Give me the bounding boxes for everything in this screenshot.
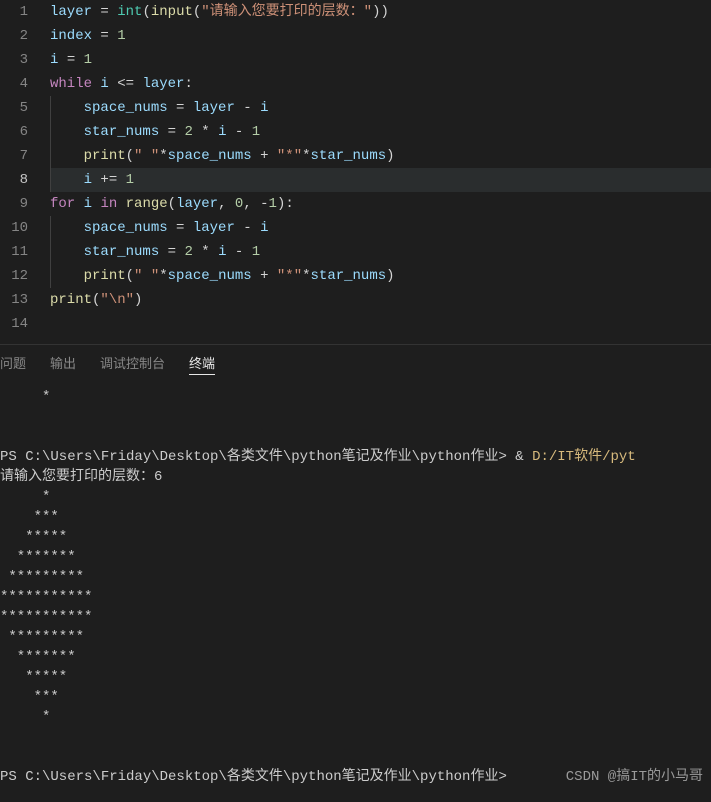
- code-line[interactable]: for i in range(layer, 0, -1):: [50, 192, 711, 216]
- line-number: 13: [0, 288, 28, 312]
- terminal[interactable]: * PS C:\Users\Friday\Desktop\各类文件\python…: [0, 383, 711, 787]
- line-number: 10: [0, 216, 28, 240]
- code-editor[interactable]: 1234567891011121314 layer = int(input("请…: [0, 0, 711, 336]
- code-line[interactable]: [50, 312, 711, 336]
- watermark: CSDN @搞IT的小马哥: [566, 767, 703, 787]
- code-line[interactable]: star_nums = 2 * i - 1: [50, 120, 711, 144]
- code-line[interactable]: i = 1: [50, 48, 711, 72]
- code-line[interactable]: print("\n"): [50, 288, 711, 312]
- code-line[interactable]: while i <= layer:: [50, 72, 711, 96]
- tab-terminal[interactable]: 终端: [189, 353, 215, 375]
- line-number: 12: [0, 264, 28, 288]
- code-line[interactable]: space_nums = layer - i: [50, 216, 711, 240]
- line-number: 5: [0, 96, 28, 120]
- line-number: 7: [0, 144, 28, 168]
- terminal-prompt: PS C:\Users\Friday\Desktop\各类文件\python笔记…: [0, 447, 711, 467]
- code-line[interactable]: star_nums = 2 * i - 1: [50, 240, 711, 264]
- line-number: 14: [0, 312, 28, 336]
- code-line[interactable]: space_nums = layer - i: [50, 96, 711, 120]
- line-number: 6: [0, 120, 28, 144]
- code-line[interactable]: print(" "*space_nums + "*"*star_nums): [50, 264, 711, 288]
- tab-debug-console[interactable]: 调试控制台: [100, 353, 165, 375]
- line-number: 3: [0, 48, 28, 72]
- terminal-prompt: PS C:\Users\Friday\Desktop\各类文件\python笔记…: [0, 767, 711, 787]
- line-number: 8: [0, 168, 28, 192]
- code-line[interactable]: index = 1: [50, 24, 711, 48]
- tab-output[interactable]: 输出: [50, 353, 76, 375]
- tab-problems[interactable]: 问题: [0, 353, 26, 375]
- line-number: 11: [0, 240, 28, 264]
- code-line[interactable]: i += 1: [50, 168, 711, 192]
- code-area[interactable]: layer = int(input("请输入您要打印的层数："))index =…: [40, 0, 711, 336]
- line-number: 1: [0, 0, 28, 24]
- code-line[interactable]: print(" "*space_nums + "*"*star_nums): [50, 144, 711, 168]
- line-number: 2: [0, 24, 28, 48]
- line-number: 9: [0, 192, 28, 216]
- line-number: 4: [0, 72, 28, 96]
- code-line[interactable]: layer = int(input("请输入您要打印的层数：")): [50, 0, 711, 24]
- line-number-gutter: 1234567891011121314: [0, 0, 40, 336]
- panel-tabs: 问题 输出 调试控制台 终端: [0, 344, 711, 383]
